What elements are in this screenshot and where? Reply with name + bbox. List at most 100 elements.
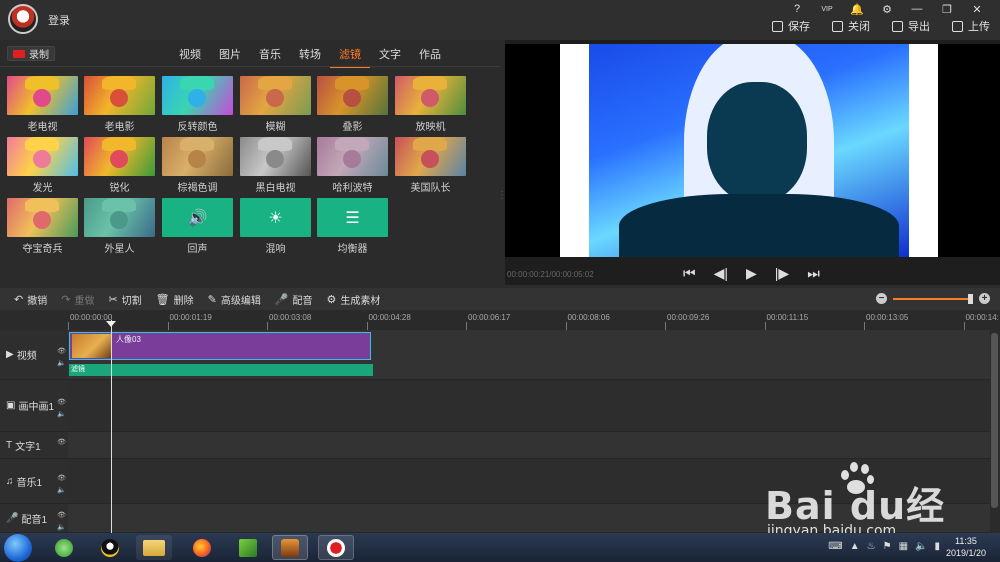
playhead-handle[interactable] (106, 321, 116, 327)
taskbar-app-recorder[interactable] (318, 535, 354, 560)
delete-button[interactable]: 🗑 删除 (156, 292, 194, 307)
preview-timecode: 00:00:00:21/00:00:05:02 (507, 270, 594, 279)
prev-frame-icon[interactable]: ◀| (714, 265, 728, 282)
close-window-icon[interactable]: ✕ (962, 2, 992, 16)
advanced-edit-button[interactable]: ✎ 高级编辑 (208, 292, 261, 307)
tab-6[interactable]: 作品 (410, 46, 450, 68)
filter-tile[interactable]: 美国队长 (395, 137, 466, 194)
tab-4[interactable]: 滤镜 (330, 46, 370, 68)
filter-thumbnail (317, 137, 388, 176)
top-action-export[interactable]: 导出 (892, 18, 930, 34)
ruler-tick (366, 322, 368, 330)
filter-tile[interactable]: 锐化 (84, 137, 155, 194)
next-frame-icon[interactable]: |▶ (775, 265, 789, 282)
filter-tile[interactable]: ☀ 混响 (240, 198, 311, 255)
track-header-text1[interactable]: T 文字1 👁 (0, 432, 68, 459)
filter-tile[interactable]: 叠影 (317, 76, 388, 133)
filter-tile[interactable]: 黑白电视 (240, 137, 311, 194)
filter-tile[interactable]: 🔊 回声 (162, 198, 233, 255)
filter-tile[interactable]: 反转颜色 (162, 76, 233, 133)
dub-button[interactable]: 🎤 配音 (275, 292, 313, 307)
filter-tile[interactable]: ☰ 均衡器 (317, 198, 388, 255)
taskbar-app-media[interactable] (230, 535, 266, 560)
system-clock[interactable]: 11:35 2019/1/20 (946, 535, 986, 559)
taskbar-app-firefox[interactable] (184, 535, 220, 560)
zoom-in-icon[interactable]: + (979, 293, 990, 304)
visibility-eye-icon[interactable]: 👁 (57, 438, 66, 446)
undo-button[interactable]: ↶ 撤销 (14, 292, 47, 307)
filter-thumbnail (162, 137, 233, 176)
ruler-time-label: 00:00:01:19 (169, 313, 212, 322)
filter-thumbnail (7, 76, 78, 115)
playhead[interactable] (111, 320, 112, 533)
applied-filter-bar[interactable]: 滤镜 (69, 364, 373, 376)
zoom-slider-knob[interactable] (968, 293, 973, 304)
track-header-music1[interactable]: ♫ 音乐1 👁 🔈 (0, 459, 68, 504)
filter-tile[interactable]: 外星人 (84, 198, 155, 255)
filter-tile[interactable]: 棕褐色调 (162, 137, 233, 194)
taskbar-app-browser[interactable] (46, 535, 82, 560)
tab-1[interactable]: 图片 (210, 46, 250, 68)
track-header-video[interactable]: ▶ 视频 👁 🔈 (0, 330, 68, 380)
filter-tile[interactable]: 模糊 (240, 76, 311, 133)
filter-tile[interactable]: 发光 (7, 137, 78, 194)
track-label: 配音1 (21, 514, 48, 526)
zoom-out-icon[interactable]: − (876, 293, 887, 304)
timeline-ruler[interactable]: 00:00:00:00 00:00:01:19 00:00:03:08 00:00:0… (68, 311, 1000, 330)
filter-tile[interactable]: 放映机 (395, 76, 466, 133)
mute-speaker-icon[interactable]: 🔈 (57, 359, 66, 367)
cut-button[interactable]: ✂ 切割 (108, 292, 141, 307)
mute-speaker-icon[interactable]: 🔈 (57, 410, 66, 418)
play-icon[interactable]: ▶ (746, 265, 757, 282)
start-button[interactable] (4, 534, 32, 562)
filter-tile[interactable]: 老电影 (84, 76, 155, 133)
flag-icon[interactable]: ⚑ (883, 541, 892, 552)
top-action-upload[interactable]: 上传 (952, 18, 990, 34)
visibility-eye-icon[interactable]: 👁 (57, 347, 66, 355)
network-icon[interactable]: ▮ (934, 541, 940, 552)
gear-icon[interactable]: ⚙ (872, 2, 902, 16)
volume-icon[interactable]: 🔈 (915, 541, 927, 552)
record-button[interactable]: 录制 (7, 46, 55, 61)
skip-start-icon[interactable]: ⏮ (683, 265, 696, 282)
taskbar-app-video-editor[interactable] (272, 535, 308, 560)
bell-icon[interactable]: 🔔 (842, 2, 872, 16)
taskbar-app-qq[interactable] (92, 535, 128, 560)
track-lane-pip1[interactable] (68, 380, 990, 432)
tab-5[interactable]: 文字 (370, 46, 410, 68)
skip-end-icon[interactable]: ⏭ (807, 265, 820, 282)
filter-tile[interactable]: 哈利波特 (317, 137, 388, 194)
zoom-slider[interactable] (893, 293, 973, 304)
taskbar-app-explorer[interactable] (136, 535, 172, 560)
vip-icon[interactable]: VIP (812, 2, 842, 16)
video-clip[interactable]: 人像03 (69, 332, 371, 360)
top-action-save[interactable]: 保存 (772, 18, 810, 34)
top-action-close-doc[interactable]: 关闭 (832, 18, 870, 34)
maximize-icon[interactable]: ❐ (932, 2, 962, 16)
generate-material-button[interactable]: ⚙ 生成素材 (327, 292, 381, 307)
visibility-eye-icon[interactable]: 👁 (57, 474, 66, 482)
track-lane-video[interactable]: 人像03 滤镜 (68, 330, 990, 380)
minimize-icon[interactable]: — (902, 2, 932, 16)
redo-button[interactable]: ↷ 重做 (61, 292, 94, 307)
track-header-pip1[interactable]: ▣ 画中画1 👁 🔈 (0, 380, 68, 432)
printer-icon[interactable]: ▦ (899, 541, 908, 552)
mute-speaker-icon[interactable]: 🔈 (57, 523, 66, 531)
tab-3[interactable]: 转场 (290, 46, 330, 68)
tab-0[interactable]: 视频 (170, 46, 210, 68)
timeline-scrollbar[interactable] (991, 333, 998, 508)
help-icon[interactable]: ? (782, 2, 812, 16)
visibility-eye-icon[interactable]: 👁 (57, 398, 66, 406)
tray-app-icon[interactable]: ♨ (867, 541, 876, 552)
video-preview[interactable] (505, 44, 1000, 257)
tray-expand-icon[interactable]: ▲ (850, 541, 860, 552)
filter-tile[interactable]: 夺宝奇兵 (7, 198, 78, 255)
filter-tile[interactable]: 老电视 (7, 76, 78, 133)
mute-speaker-icon[interactable]: 🔈 (57, 486, 66, 494)
visibility-eye-icon[interactable]: 👁 (57, 511, 66, 519)
tab-2[interactable]: 音乐 (250, 46, 290, 68)
track-header-voice1[interactable]: 🎤 配音1 👁 🔈 (0, 504, 68, 533)
track-lane-text1[interactable] (68, 432, 990, 459)
login-link[interactable]: 登录 (48, 12, 70, 28)
keyboard-icon[interactable]: ⌨ (828, 541, 842, 552)
